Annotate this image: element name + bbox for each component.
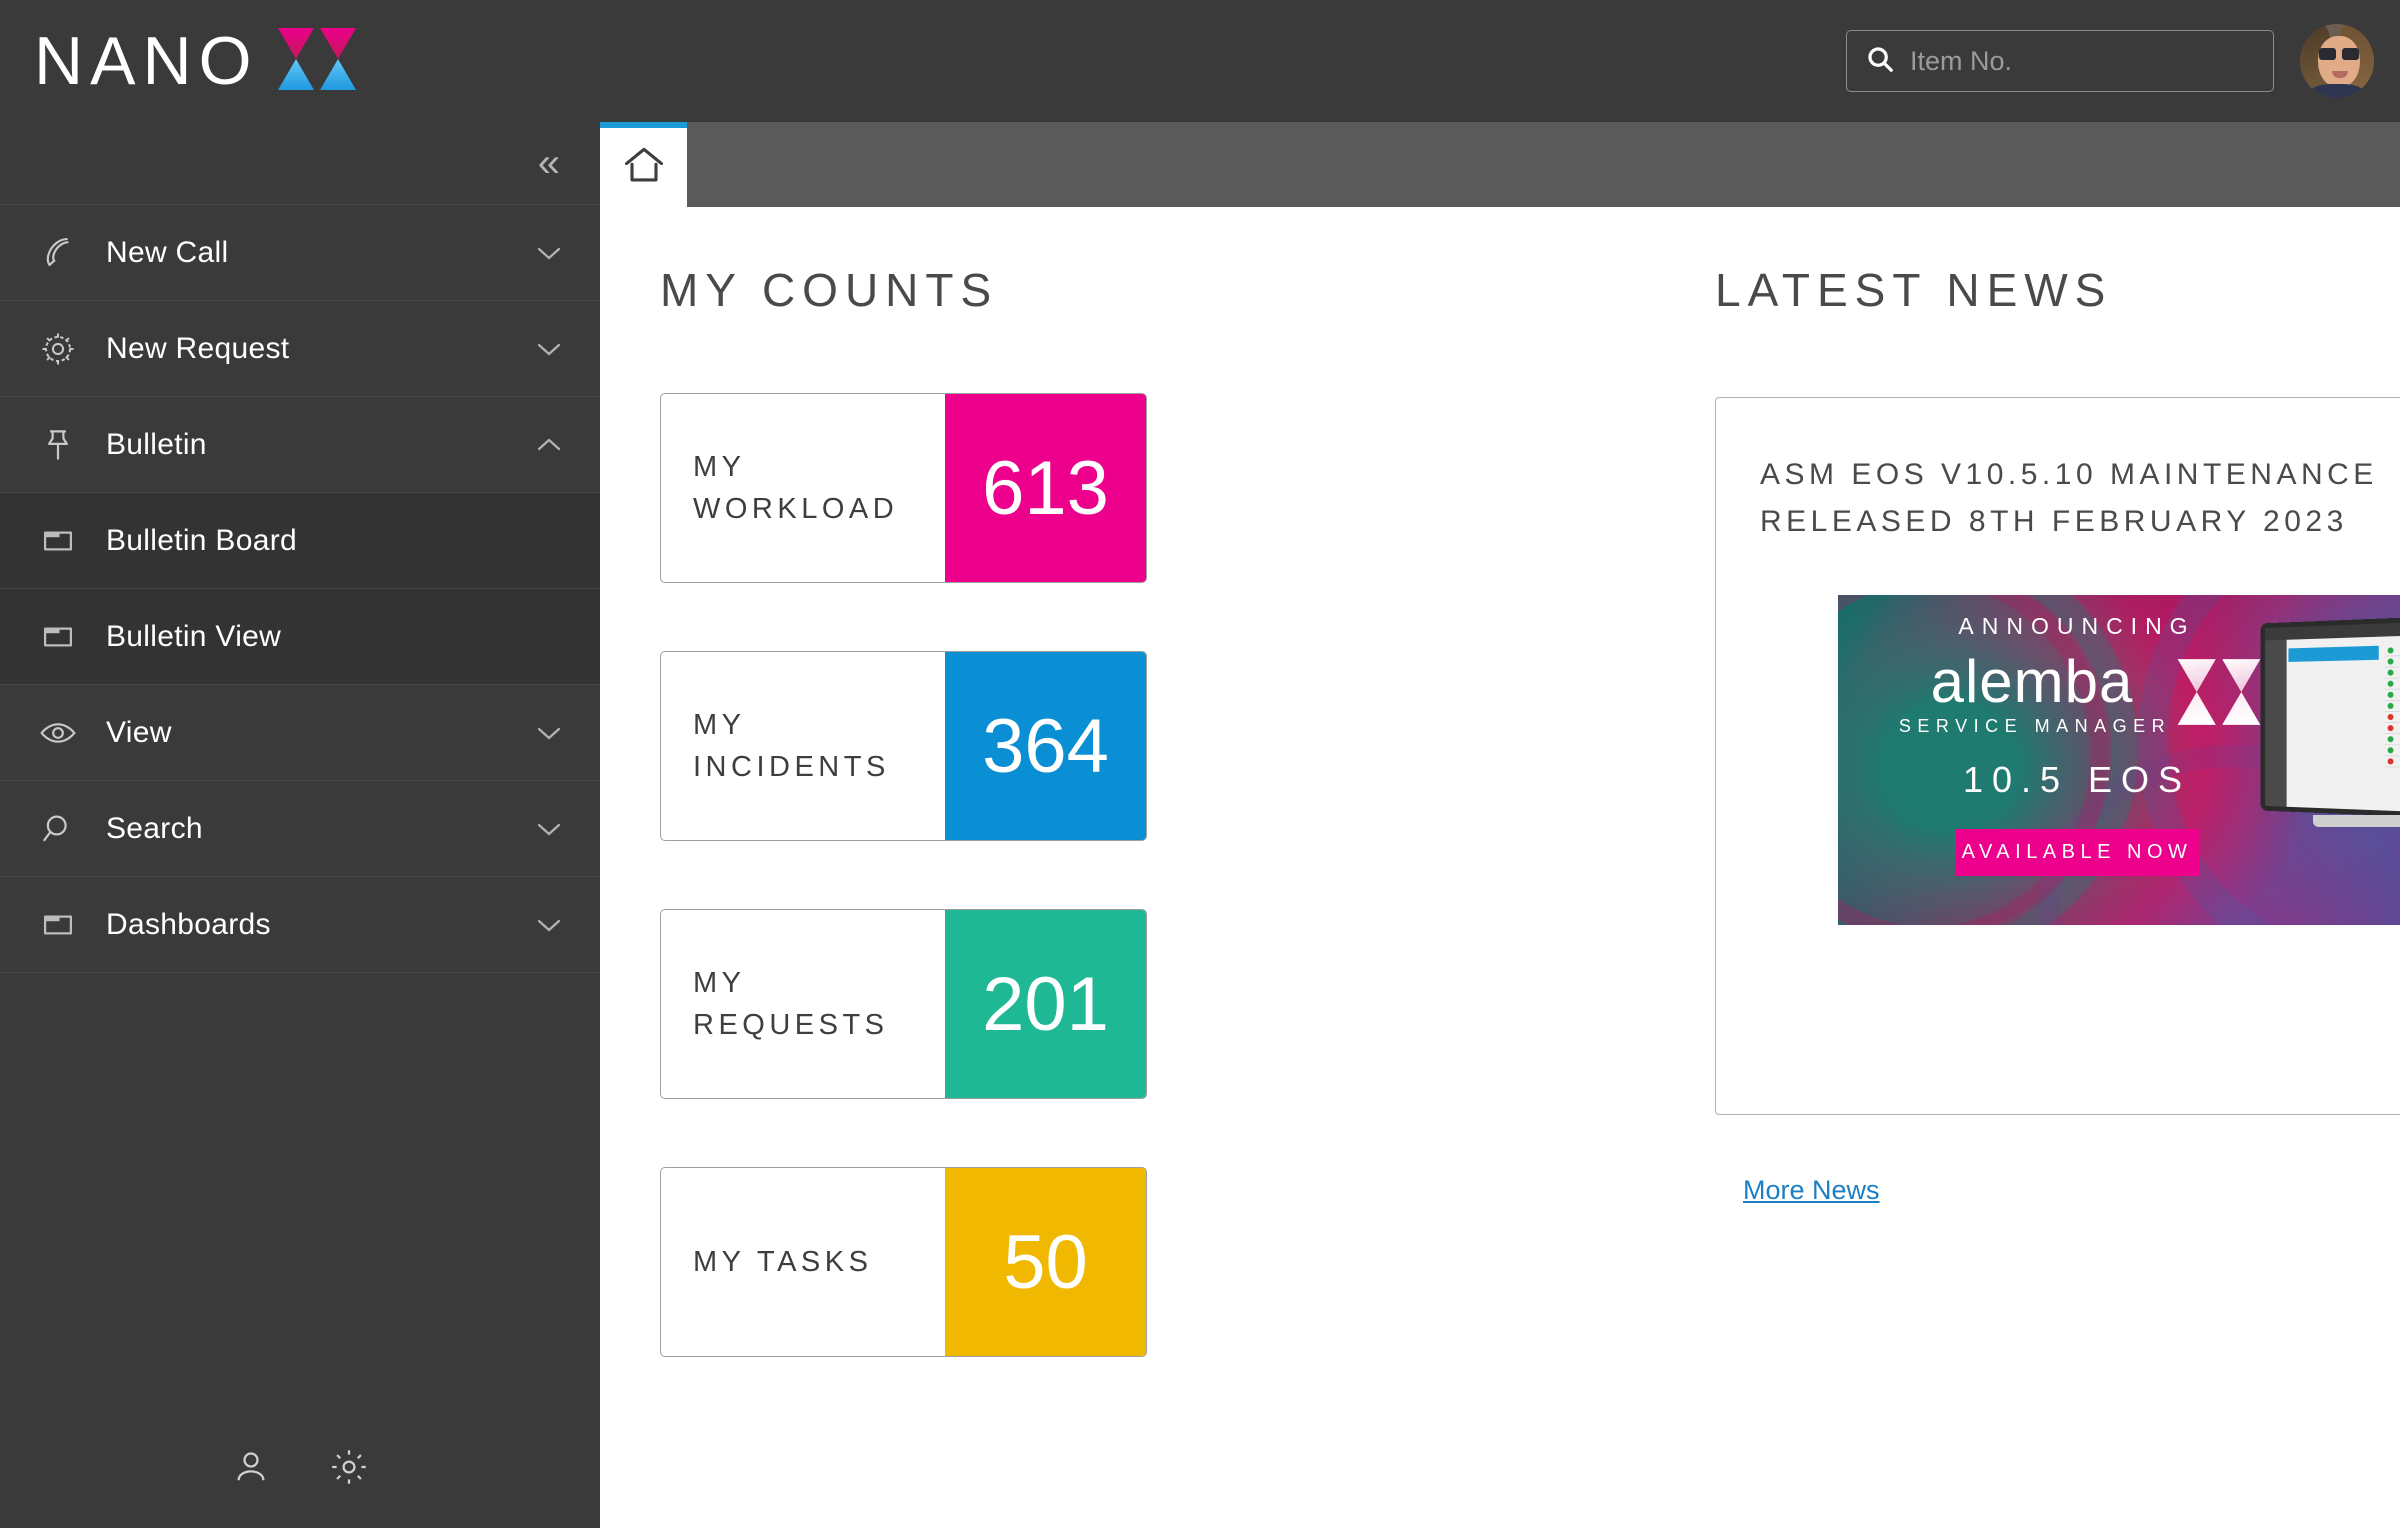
sidebar-item-search[interactable]: Search	[0, 781, 600, 877]
gear-icon[interactable]	[328, 1446, 370, 1488]
banner-product-sub: SERVICE MANAGER	[1898, 716, 2172, 736]
banner-announcing: ANNOUNCING	[1958, 613, 2196, 639]
alemba-x-logo-icon	[2177, 657, 2261, 732]
sidebar-item-bulletin[interactable]: Bulletin	[0, 397, 600, 493]
chevron-down-icon[interactable]	[536, 821, 562, 837]
banner-logo-row: alemba SERVICE MANAGER	[1862, 652, 2292, 737]
count-tile-label: MY REQUESTS	[693, 966, 889, 1041]
count-tile-my-workload[interactable]: MY WORKLOAD 613	[660, 393, 1147, 583]
count-tile-value: 613	[945, 394, 1146, 582]
count-tile-value: 201	[945, 910, 1146, 1098]
chevron-down-icon[interactable]	[536, 917, 562, 933]
more-news-link[interactable]: More News	[1743, 1175, 1880, 1206]
sidebar-item-new-request[interactable]: New Request	[0, 301, 600, 397]
sidebar-item-dashboards[interactable]: Dashboards	[0, 877, 600, 973]
sidebar-item-bulletin-board[interactable]: Bulletin Board	[0, 493, 600, 589]
brand-logo[interactable]: NANO	[0, 0, 600, 122]
chevron-down-icon[interactable]	[536, 341, 562, 357]
count-tile-label: MY TASKS	[693, 1245, 873, 1278]
my-counts-panel: MY COUNTS MY WORKLOAD 613 MY INCIDENTS 3…	[600, 263, 1700, 1528]
news-banner-image[interactable]: ANNOUNCING alemba SERVICE MANAGER 10.5 E…	[1838, 595, 2400, 925]
alemba-x-logo-icon	[278, 26, 357, 97]
gear-icon	[22, 330, 94, 368]
my-counts-title: MY COUNTS	[660, 264, 999, 316]
sidebar-item-label: Bulletin Board	[106, 523, 297, 557]
tab-strip	[600, 122, 2400, 207]
top-header-bar: NANO	[0, 0, 2400, 122]
eye-icon	[22, 713, 94, 753]
person-icon[interactable]	[230, 1446, 272, 1488]
banner-product-name: alemba	[1930, 648, 2134, 715]
search-input[interactable]	[1910, 31, 2264, 91]
folder-icon	[22, 907, 94, 943]
chevron-down-icon[interactable]	[536, 245, 562, 261]
count-tile-label: MY INCIDENTS	[693, 708, 890, 783]
count-tile-my-incidents[interactable]: MY INCIDENTS 364	[660, 651, 1147, 841]
news-headline-line1: ASM EOS V10.5.10 MAINTENANCE	[1760, 458, 2378, 491]
sidebar-item-label: New Call	[106, 235, 229, 269]
search-icon	[1865, 44, 1895, 79]
folder-icon	[22, 619, 94, 655]
user-avatar[interactable]	[2300, 24, 2374, 98]
sidebar-item-label: New Request	[106, 331, 290, 365]
folder-icon	[22, 523, 94, 559]
pin-icon	[22, 426, 94, 464]
sidebar-item-new-call[interactable]: New Call	[0, 205, 600, 301]
sidebar-item-label: Bulletin	[106, 427, 207, 461]
sidebar-item-label: Search	[106, 811, 203, 845]
dashboard-content: MY COUNTS MY WORKLOAD 613 MY INCIDENTS 3…	[600, 207, 2400, 1528]
brand-wordmark: NANO	[34, 23, 259, 99]
double-chevron-left-icon: «	[537, 141, 560, 185]
banner-cta-button[interactable]: AVAILABLE NOW	[1955, 829, 2199, 876]
sidebar-collapse-button[interactable]: «	[0, 122, 600, 205]
chevron-up-icon[interactable]	[536, 437, 562, 453]
sidebar-footer	[0, 1418, 600, 1528]
header-right-cluster	[1846, 24, 2400, 98]
latest-news-title: LATEST NEWS	[1715, 264, 2113, 316]
count-tile-label: MY WORKLOAD	[693, 450, 899, 525]
count-tile-value: 50	[945, 1168, 1146, 1356]
home-icon	[622, 145, 666, 190]
sidebar-item-label: Bulletin View	[106, 619, 282, 653]
banner-version: 10.5 EOS	[1962, 759, 2192, 800]
search-icon	[22, 810, 94, 848]
count-tile-my-tasks[interactable]: MY TASKS 50	[660, 1167, 1147, 1357]
news-headline-line2: RELEASED 8TH FEBRUARY 2023	[1760, 504, 2348, 538]
banner-text-block: ANNOUNCING alemba SERVICE MANAGER 10.5 E…	[1862, 613, 2292, 876]
sidebar-item-bulletin-view[interactable]: Bulletin View	[0, 589, 600, 685]
phone-icon	[22, 234, 94, 272]
main-content-area: MY COUNTS MY WORKLOAD 613 MY INCIDENTS 3…	[600, 122, 2400, 1528]
sidebar-item-view[interactable]: View	[0, 685, 600, 781]
latest-news-panel: LATEST NEWS ASM EOS V10.5.10 MAINTENANCE…	[1700, 263, 2400, 1528]
count-tile-value: 364	[945, 652, 1146, 840]
tab-home[interactable]	[600, 122, 687, 207]
news-headline: ASM EOS V10.5.10 MAINTENANCE RELEASED 8T…	[1760, 452, 2378, 545]
news-card[interactable]: ASM EOS V10.5.10 MAINTENANCE RELEASED 8T…	[1715, 397, 2400, 1115]
left-sidebar: « New Call New Request Bulletin Bulletin…	[0, 122, 600, 1528]
sidebar-item-label: View	[106, 715, 172, 749]
sidebar-item-label: Dashboards	[106, 907, 271, 941]
count-tile-my-requests[interactable]: MY REQUESTS 201	[660, 909, 1147, 1099]
chevron-down-icon[interactable]	[536, 725, 562, 741]
global-search-box[interactable]	[1846, 30, 2274, 92]
desktop-monitor-icon	[2252, 614, 2400, 869]
